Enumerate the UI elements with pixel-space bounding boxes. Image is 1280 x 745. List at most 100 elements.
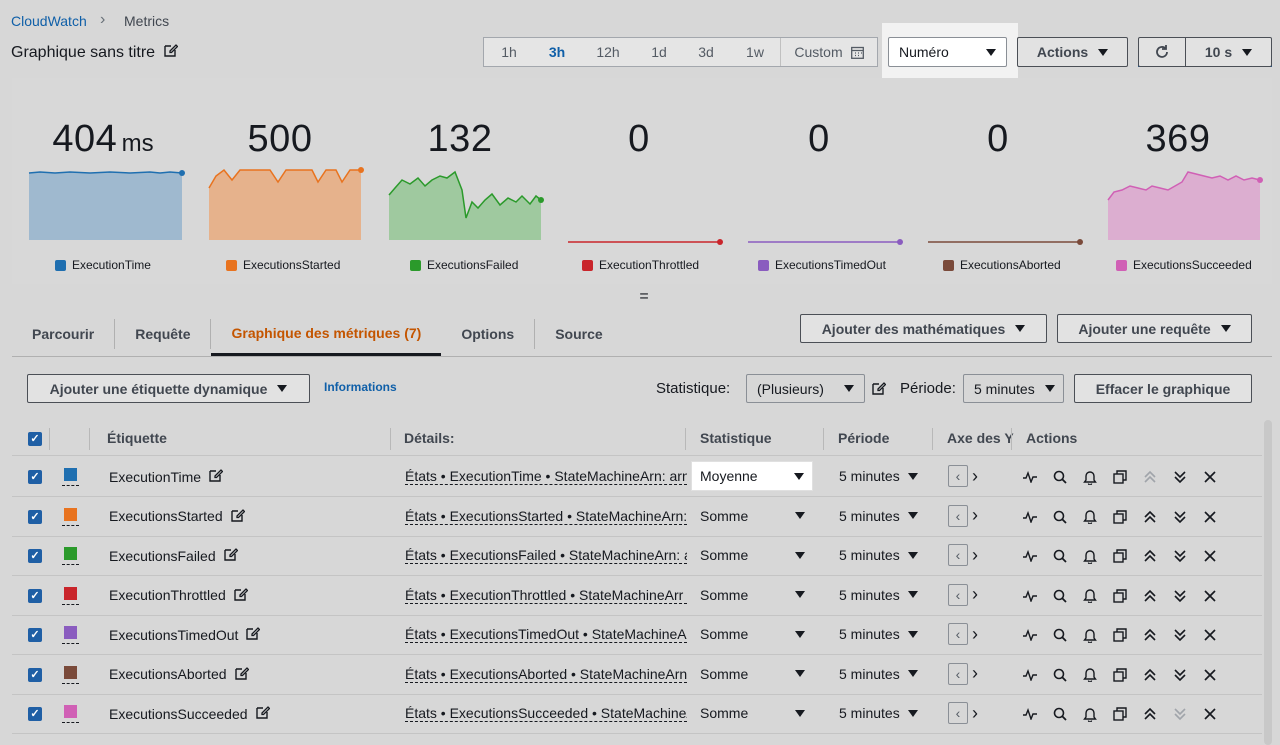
row-details[interactable]: États • ExecutionsAborted • StateMachine… [405,666,687,683]
row-statistic-select[interactable]: Somme [700,508,805,524]
y-axis-left-button[interactable]: ‹ [948,504,968,527]
y-axis-right-button[interactable]: › [972,545,978,566]
copy-icon[interactable] [1108,505,1132,529]
y-axis-right-button[interactable]: › [972,584,978,605]
y-axis-left-button[interactable]: ‹ [948,702,968,724]
row-label-executions-aborted[interactable]: ExecutionsAborted [109,666,249,683]
header-details[interactable]: Détails: [404,430,455,446]
graph-icon[interactable] [1018,465,1042,489]
move-up-icon[interactable] [1138,544,1162,568]
move-down-icon[interactable] [1168,505,1192,529]
period-select[interactable]: 5 minutes [963,374,1064,403]
edit-icon[interactable] [872,381,887,400]
edit-icon[interactable] [223,547,239,564]
move-up-icon[interactable] [1138,663,1162,687]
legend-execution-time[interactable]: ExecutionTime [55,258,151,272]
row-period-select[interactable]: 5 minutes [839,626,918,642]
row-period-select[interactable]: 5 minutes [839,547,918,563]
edit-icon[interactable] [209,468,224,485]
y-axis-right-button[interactable]: › [972,624,978,645]
row-period-select[interactable]: 5 minutes [839,468,918,484]
row-statistic-select[interactable]: Somme [700,666,805,682]
graph-icon[interactable] [1018,544,1042,568]
search-icon[interactable] [1048,663,1072,687]
graph-icon[interactable] [1018,663,1042,687]
row-statistic-select[interactable]: Somme [700,705,805,721]
search-icon[interactable] [1048,465,1072,489]
tab-query[interactable]: Requête [115,319,212,349]
move-down-icon[interactable] [1168,465,1192,489]
legend-executions-succeeded[interactable]: ExecutionsSucceeded [1116,258,1252,272]
clear-graph-button[interactable]: Effacer le graphique [1074,374,1252,403]
edit-icon[interactable] [234,587,249,604]
bell-icon[interactable] [1078,544,1102,568]
y-axis-right-button[interactable]: › [972,466,978,487]
y-axis-left-button[interactable]: ‹ [948,544,968,566]
row-color-swatch[interactable] [64,547,77,560]
time-option-3d[interactable]: 3d [682,38,730,66]
row-period-select[interactable]: 5 minutes [839,705,918,721]
add-query-button[interactable]: Ajouter une requête [1057,314,1252,343]
graph-icon[interactable] [1018,623,1042,647]
add-math-button[interactable]: Ajouter des mathématiques [800,314,1047,343]
edit-icon[interactable] [246,626,261,643]
row-statistic-select[interactable]: Somme [700,587,805,603]
legend-executions-failed[interactable]: ExecutionsFailed [410,258,518,272]
info-link[interactable]: Informations [324,380,397,394]
row-color-swatch[interactable] [64,468,77,481]
view-type-select[interactable]: Numéro [888,37,1007,67]
row-color-swatch[interactable] [64,626,77,639]
header-statistic[interactable]: Statistique [700,430,772,446]
search-icon[interactable] [1048,584,1072,608]
search-icon[interactable] [1048,505,1072,529]
row-statistic-select[interactable]: Somme [700,626,805,642]
row-label-executions-succeeded[interactable]: ExecutionsSucceeded [109,705,270,722]
close-icon[interactable] [1198,465,1222,489]
row-checkbox[interactable]: ✓ [28,667,42,682]
bell-icon[interactable] [1078,702,1102,726]
edit-icon[interactable] [230,508,246,525]
y-axis-left-button[interactable]: ‹ [948,662,968,685]
row-color-swatch[interactable] [64,665,77,679]
bell-icon[interactable] [1078,584,1102,608]
resize-handle-icon[interactable]: = [637,288,651,306]
scrollbar[interactable] [1264,420,1272,745]
close-icon[interactable] [1198,623,1222,647]
search-icon[interactable] [1048,623,1072,647]
move-up-icon[interactable] [1138,584,1162,608]
bell-icon[interactable] [1078,505,1102,529]
add-dynamic-label-button[interactable]: Ajouter une étiquette dynamique [27,374,310,403]
row-details[interactable]: États • ExecutionsSucceeded • StateMachi… [405,705,687,722]
statistic-select[interactable]: (Plusieurs) [746,374,865,403]
row-period-select[interactable]: 5 minutes [839,666,918,682]
row-checkbox[interactable]: ✓ [28,707,42,721]
move-down-icon[interactable] [1168,584,1192,608]
row-period-select[interactable]: 5 minutes [839,508,918,524]
move-up-icon[interactable] [1138,702,1162,726]
move-up-icon[interactable] [1138,465,1162,489]
move-down-icon[interactable] [1168,702,1192,726]
y-axis-right-button[interactable]: › [972,703,978,724]
header-y-axis[interactable]: Axe des Y [947,430,1014,446]
close-icon[interactable] [1198,663,1222,687]
row-details[interactable]: États • ExecutionsStarted • StateMachine… [405,508,687,525]
copy-icon[interactable] [1108,465,1132,489]
refresh-button[interactable] [1138,37,1186,67]
graph-icon[interactable] [1018,702,1042,726]
move-up-icon[interactable] [1138,505,1162,529]
header-label[interactable]: Étiquette [107,430,167,446]
move-up-icon[interactable] [1138,623,1162,647]
row-checkbox[interactable]: ✓ [28,470,42,484]
row-color-swatch[interactable] [64,586,77,600]
row-period-select[interactable]: 5 minutes [839,587,918,603]
row-details[interactable]: États • ExecutionsFailed • StateMachineA… [405,547,687,564]
time-option-1w[interactable]: 1w [730,38,780,66]
time-option-1d[interactable]: 1d [636,38,682,66]
time-option-custom[interactable]: Custom [780,38,877,66]
edit-icon[interactable] [164,43,179,57]
row-details[interactable]: États • ExecutionTime • StateMachineArn:… [405,468,687,485]
row-label-executions-started[interactable]: ExecutionsStarted [109,508,246,525]
bell-icon[interactable] [1078,623,1102,647]
actions-button[interactable]: Actions [1017,37,1128,67]
row-details[interactable]: États • ExecutionsTimedOut • StateMachin… [405,626,687,643]
